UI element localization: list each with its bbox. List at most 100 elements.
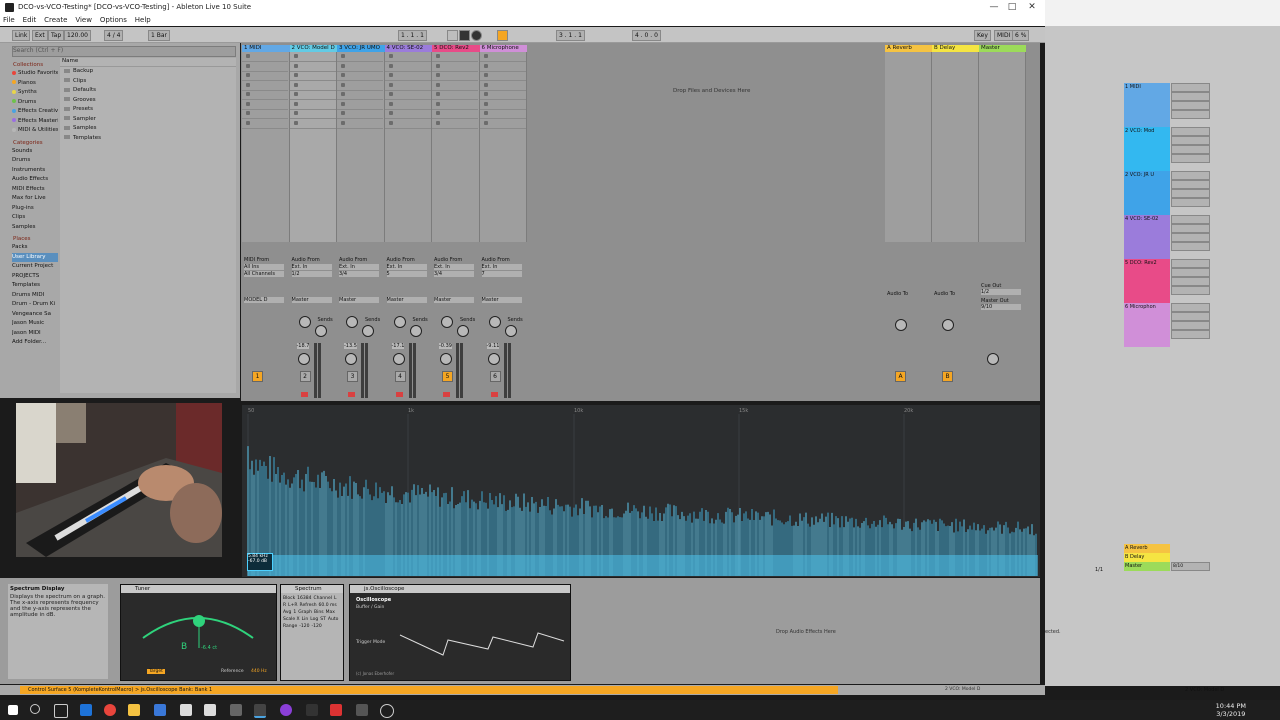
menu-create[interactable]: Create [41, 15, 70, 25]
clip-stop-icon[interactable] [341, 73, 345, 77]
track-header[interactable]: 1 MIDI [242, 45, 290, 52]
spectrum-param[interactable]: 60.0 ms [319, 602, 337, 609]
category-item[interactable]: Plug-ins [12, 204, 58, 214]
tuner-device[interactable]: Tuner B -6.4 ct Reference 440 Hz Target [120, 584, 277, 681]
pan-knob[interactable] [487, 353, 500, 365]
maximize-icon[interactable]: □ [1003, 2, 1021, 13]
right-track-control[interactable] [1171, 303, 1210, 312]
clip-slot[interactable] [432, 90, 478, 100]
return-track-header[interactable]: A Reverb [885, 45, 932, 52]
right-track-control[interactable] [1171, 136, 1210, 145]
right-track-header[interactable]: 5 DCO: Rev2 [1124, 259, 1170, 303]
clip-slot[interactable] [479, 109, 526, 119]
clip-stop-icon[interactable] [483, 111, 488, 115]
clip-stop-icon[interactable] [388, 120, 393, 125]
track-input-channel-select[interactable]: All Channels [244, 271, 284, 277]
clip-stop-icon[interactable] [436, 54, 440, 58]
track-input-channel-select[interactable]: 3/4 [339, 271, 379, 277]
track-header[interactable]: 2 VCO: Model D [289, 45, 337, 52]
right-track-control[interactable] [1171, 321, 1210, 330]
loop-start-field[interactable]: 3 . 1 . 1 [556, 30, 585, 41]
mail-icon[interactable] [180, 704, 192, 716]
tap-tempo-button[interactable]: Tap [48, 30, 65, 41]
spectrum-param[interactable]: Auto [328, 616, 338, 623]
clip-slot[interactable] [289, 119, 336, 129]
collection-item[interactable]: MIDI & Utilities [12, 126, 58, 136]
key-map-button[interactable]: Key [974, 30, 991, 41]
clip-stop-icon[interactable] [483, 82, 488, 87]
return-track-header[interactable]: B Delay [932, 45, 979, 52]
link-button[interactable]: Link [12, 30, 31, 41]
track-activator-button[interactable]: 1 [252, 371, 263, 382]
clip-slot[interactable] [242, 71, 288, 81]
quantization-menu[interactable]: 1 Bar [148, 30, 170, 41]
clip-stop-icon[interactable] [341, 101, 345, 106]
place-item[interactable]: Jason MIDI [12, 329, 58, 339]
stop-icon[interactable] [459, 30, 470, 41]
file-folder-item[interactable]: Templates [60, 134, 236, 144]
right-track-control[interactable] [1171, 171, 1210, 180]
master-volume-knob[interactable] [987, 353, 999, 365]
settings-icon[interactable] [380, 704, 394, 718]
right-track-control[interactable] [1171, 198, 1210, 207]
file-folder-item[interactable]: Presets [60, 105, 236, 115]
clip-slot[interactable] [432, 109, 478, 119]
track-output-select[interactable]: Master [481, 297, 522, 303]
place-item[interactable]: Vengeance Sa [12, 310, 58, 320]
ext-sync-button[interactable]: Ext [32, 30, 48, 41]
clip-stop-icon[interactable] [246, 63, 250, 68]
clip-slot[interactable] [337, 100, 383, 110]
clip-slot[interactable] [337, 62, 383, 72]
file-folder-item[interactable]: Sampler [60, 115, 236, 125]
clip-stop-icon[interactable] [246, 82, 250, 87]
track-volume-value[interactable]: -17.1 [391, 343, 405, 349]
right-track-header[interactable]: 6 Microphon [1124, 303, 1170, 347]
menu-view[interactable]: View [72, 15, 95, 25]
spectrum-param[interactable]: -120 [299, 623, 309, 630]
menu-options[interactable]: Options [97, 15, 130, 25]
send-b-knob[interactable] [457, 325, 469, 337]
clip-slot[interactable] [337, 52, 383, 62]
minimize-icon[interactable]: — [985, 2, 1003, 13]
clip-slot[interactable] [337, 71, 383, 81]
clip-slot[interactable] [479, 52, 526, 62]
track-volume-value[interactable]: -0.39 [439, 343, 452, 349]
place-item[interactable]: Drums MIDI [12, 291, 58, 301]
category-item[interactable]: Max for Live [12, 194, 58, 204]
right-return-header[interactable]: Master [1124, 562, 1170, 571]
record-arm-button[interactable] [300, 392, 308, 397]
right-track-control[interactable] [1171, 268, 1210, 277]
name-column-header[interactable]: Name [60, 58, 236, 67]
clip-slot[interactable] [432, 81, 478, 91]
clip-slot[interactable] [242, 109, 288, 119]
right-track-header[interactable]: 4 VCO: SE-02 [1124, 215, 1170, 259]
clip-stop-icon[interactable] [293, 111, 298, 115]
clip-stop-icon[interactable] [483, 92, 488, 96]
clip-stop-icon[interactable] [388, 54, 393, 58]
right-track-control[interactable] [1171, 189, 1210, 198]
clip-stop-icon[interactable] [246, 92, 250, 96]
send-a-knob[interactable] [346, 316, 358, 328]
collection-item[interactable]: Studio Favorites [12, 69, 58, 79]
right-track-control[interactable] [1171, 145, 1210, 154]
clip-slot[interactable] [479, 119, 526, 129]
return-send-knob[interactable] [895, 319, 907, 331]
time-signature-field[interactable]: 4 / 4 [104, 30, 124, 41]
right-track-control[interactable] [1171, 92, 1210, 101]
clip-slot[interactable] [479, 71, 526, 81]
track-output-select[interactable]: Master [291, 297, 332, 303]
clip-slot[interactable] [289, 81, 336, 91]
play-icon[interactable] [447, 30, 458, 41]
right-track-control[interactable] [1171, 127, 1210, 136]
track-output-select[interactable]: Master [339, 297, 379, 303]
right-track-control[interactable] [1171, 224, 1210, 233]
category-item[interactable]: Instruments [12, 166, 58, 176]
collection-item[interactable]: Synths [12, 88, 58, 98]
track-header[interactable]: 3 VCO: JR UMO [337, 45, 385, 52]
clip-stop-icon[interactable] [293, 82, 298, 87]
midi-map-button[interactable]: MIDI [994, 30, 1014, 41]
tuner-reference-value[interactable]: 440 Hz [251, 669, 267, 674]
clip-stop-icon[interactable] [388, 111, 393, 115]
right-track-control[interactable] [1171, 154, 1210, 163]
record-arm-button[interactable] [395, 392, 403, 397]
